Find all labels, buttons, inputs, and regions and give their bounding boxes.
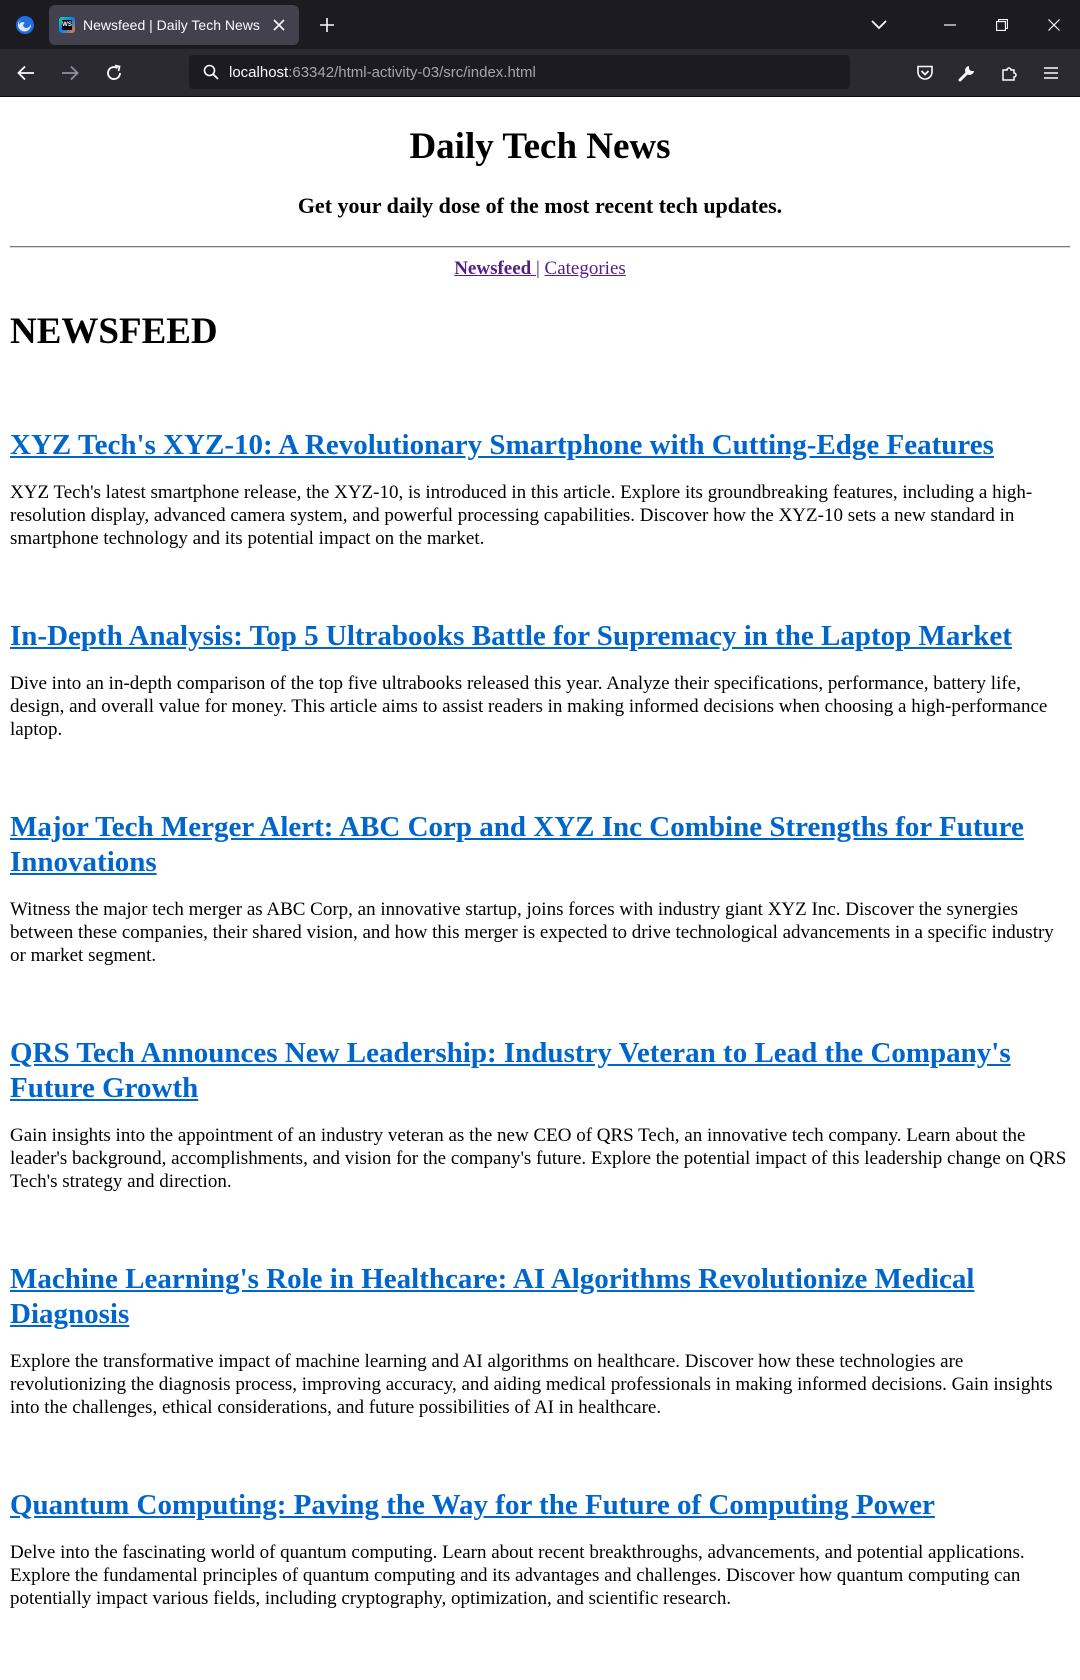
article-item: Major Tech Merger Alert: ABC Corp and XY… xyxy=(10,810,1070,967)
extensions-puzzle-icon[interactable] xyxy=(990,55,1028,91)
nav-link-newsfeed[interactable]: Newsfeed xyxy=(454,258,536,279)
restore-icon[interactable] xyxy=(976,0,1028,49)
nav-link-categories[interactable]: Categories xyxy=(545,258,626,279)
article-summary: Witness the major tech merger as ABC Cor… xyxy=(10,899,1054,966)
article-summary: Gain insights into the appointment of an… xyxy=(10,1125,1067,1192)
article-item: Machine Learning's Role in Healthcare: A… xyxy=(10,1262,1070,1419)
article-item: In-Depth Analysis: Top 5 Ultrabooks Batt… xyxy=(10,619,1070,741)
article-summary: Explore the transformative impact of mac… xyxy=(10,1351,1053,1418)
header-divider xyxy=(10,246,1070,248)
webstorm-favicon-icon: WS xyxy=(59,17,75,33)
hamburger-menu-icon[interactable] xyxy=(1032,55,1070,91)
wrench-icon[interactable] xyxy=(948,55,986,91)
new-tab-plus-icon[interactable] xyxy=(307,0,347,49)
reload-icon[interactable] xyxy=(96,55,132,91)
article-summary: Delve into the fascinating world of quan… xyxy=(10,1542,1025,1609)
site-tagline: Get your daily dose of the most recent t… xyxy=(297,193,783,218)
back-arrow-icon[interactable] xyxy=(8,55,44,91)
article-title-link[interactable]: XYZ Tech's XYZ-10: A Revolutionary Smart… xyxy=(10,429,994,461)
browser-nav-bar: localhost:63342/html-activity-03/src/ind… xyxy=(0,49,1080,97)
article-summary: XYZ Tech's latest smartphone release, th… xyxy=(10,482,1033,549)
article-title-link[interactable]: In-Depth Analysis: Top 5 Ultrabooks Batt… xyxy=(10,620,1012,652)
article-title-link[interactable]: QRS Tech Announces New Leadership: Indus… xyxy=(10,1037,1011,1104)
browser-tab-bar: WS Newsfeed | Daily Tech News xyxy=(0,0,1080,49)
article-item: XYZ Tech's XYZ-10: A Revolutionary Smart… xyxy=(10,428,1070,550)
article-title-link[interactable]: Machine Learning's Role in Healthcare: A… xyxy=(10,1263,974,1330)
nav-separator: | xyxy=(535,258,540,279)
site-title: Daily Tech News xyxy=(409,126,671,167)
tab-title: Newsfeed | Daily Tech News xyxy=(83,17,260,33)
url-host: localhost xyxy=(229,63,289,81)
article-item: Quantum Computing: Paving the Way for th… xyxy=(10,1488,1070,1610)
pocket-icon[interactable] xyxy=(906,55,944,91)
list-all-tabs-chevron-down-icon[interactable] xyxy=(854,0,904,49)
toolbar-right xyxy=(906,49,1070,96)
article-item: QRS Tech Announces New Leadership: Indus… xyxy=(10,1036,1070,1193)
close-window-icon[interactable] xyxy=(1028,0,1080,49)
firefox-logo-icon[interactable] xyxy=(0,0,49,49)
window-controls xyxy=(854,0,1080,49)
article-title-link[interactable]: Quantum Computing: Paving the Way for th… xyxy=(10,1489,935,1521)
article-summary: Dive into an in-depth comparison of the … xyxy=(10,673,1048,740)
article-title-link[interactable]: Major Tech Merger Alert: ABC Corp and XY… xyxy=(10,811,1024,878)
search-icon xyxy=(193,64,229,80)
forward-arrow-icon[interactable] xyxy=(52,55,88,91)
tab-newsfeed[interactable]: WS Newsfeed | Daily Tech News xyxy=(49,5,299,45)
newsfeed-main: NEWSFEED XYZ Tech's XYZ-10: A Revolution… xyxy=(10,310,1070,1610)
section-title: NEWSFEED xyxy=(10,311,218,352)
url-path: :63342/html-activity-03/src/index.html xyxy=(288,63,536,81)
page-content: Daily Tech News Get your daily dose of t… xyxy=(0,97,1080,1610)
site-header: Daily Tech News Get your daily dose of t… xyxy=(10,97,1070,280)
main-nav: Newsfeed | Categories xyxy=(10,258,1070,280)
address-bar[interactable]: localhost:63342/html-activity-03/src/ind… xyxy=(189,55,850,89)
minimize-icon[interactable] xyxy=(924,0,976,49)
tab-close-icon[interactable] xyxy=(269,15,289,35)
